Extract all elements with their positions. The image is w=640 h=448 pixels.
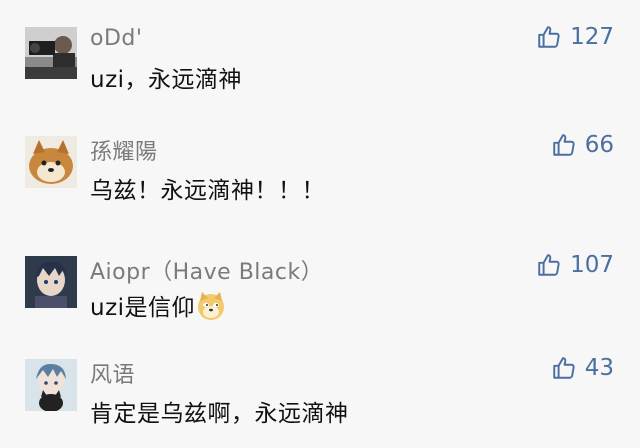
thumbs-up-icon <box>538 26 560 48</box>
avatar[interactable] <box>25 27 77 79</box>
comment-text: uzi是信仰 <box>90 288 226 327</box>
like-count: 127 <box>570 24 614 50</box>
username[interactable]: 孫耀陽 <box>90 134 158 166</box>
like-button[interactable]: 127 <box>536 24 614 50</box>
username[interactable]: oDd' <box>90 26 142 51</box>
thumbs-up-icon <box>552 357 575 379</box>
avatar[interactable] <box>25 359 77 411</box>
comment-list: oDd' uzi，永远滴神 127 孫耀陽 乌兹！永远滴神！！！ 66 Aiop… <box>0 0 640 448</box>
like-button[interactable]: 66 <box>551 132 614 158</box>
avatar[interactable] <box>25 136 77 188</box>
thumbs-up-icon <box>552 134 575 156</box>
username[interactable]: Aiopr（Have Black） <box>90 254 323 286</box>
like-count: 66 <box>584 132 614 158</box>
comment-text: uzi，永远滴神 <box>90 67 243 93</box>
thumbs-up-icon <box>538 254 560 276</box>
like-button[interactable]: 43 <box>551 355 614 381</box>
like-count: 43 <box>584 355 614 381</box>
comment-text: 乌兹！永远滴神！！！ <box>90 178 325 204</box>
comment-text: 肯定是乌兹啊，永远滴神 <box>90 401 349 427</box>
username[interactable]: 风语 <box>90 357 135 389</box>
like-button[interactable]: 107 <box>536 252 614 278</box>
like-count: 107 <box>570 252 614 278</box>
comment-text-content: uzi是信仰 <box>90 295 196 321</box>
doge-emoji <box>196 291 226 327</box>
avatar[interactable] <box>25 256 77 308</box>
